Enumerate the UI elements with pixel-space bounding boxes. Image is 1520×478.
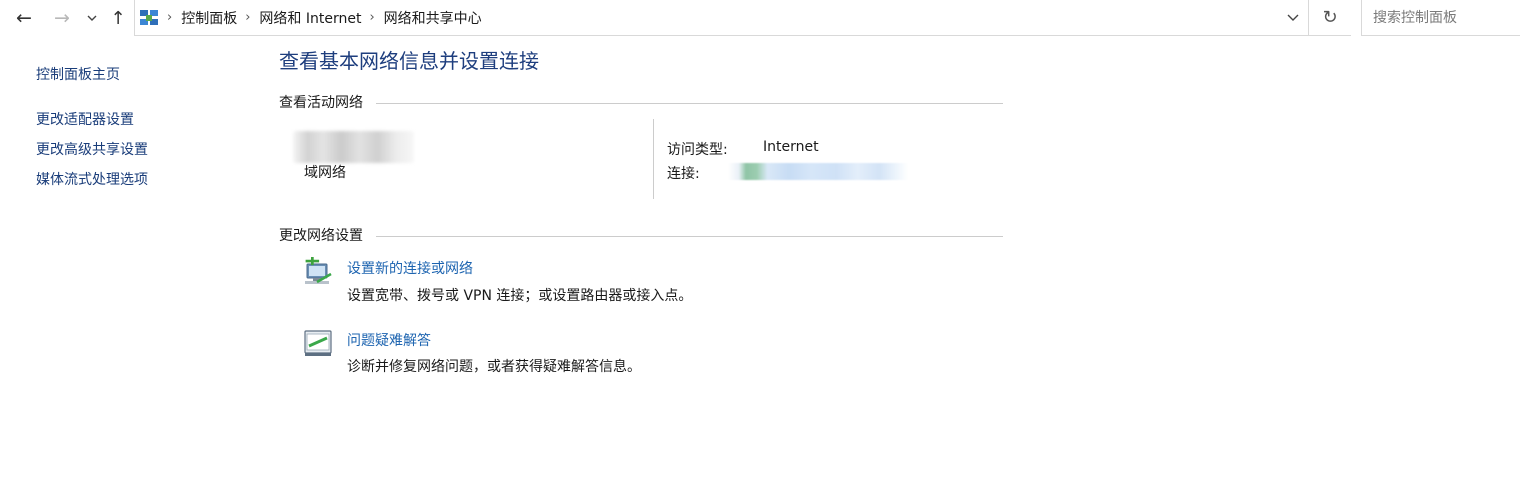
search-box[interactable]: [1361, 0, 1520, 36]
chevron-down-icon: [87, 15, 97, 21]
troubleshoot-problems-description: 诊断并修复网络问题，或者获得疑难解答信息。: [347, 359, 641, 375]
connection-link-redacted[interactable]: [728, 163, 908, 180]
setup-new-connection-link[interactable]: 设置新的连接或网络: [347, 258, 473, 278]
up-button[interactable]: ↑: [106, 4, 130, 32]
address-bar[interactable]: › 控制面板 › 网络和 Internet › 网络和共享中心: [134, 0, 1309, 36]
troubleshoot-icon: [304, 330, 332, 356]
recent-locations-button[interactable]: [82, 4, 102, 32]
vertical-divider: [653, 119, 654, 199]
arrow-left-icon: ←: [16, 7, 32, 29]
section-heading-active-networks: 查看活动网络: [279, 95, 363, 111]
arrow-up-icon: ↑: [110, 7, 126, 29]
breadcrumb-network-internet[interactable]: 网络和 Internet: [259, 8, 361, 28]
breadcrumb-control-panel[interactable]: 控制面板: [181, 8, 237, 28]
section-divider: [376, 103, 1003, 104]
refresh-icon: ↻: [1322, 7, 1338, 28]
sidebar-item-control-panel-home[interactable]: 控制面板主页: [36, 64, 120, 84]
breadcrumb-separator: ›: [369, 10, 375, 25]
access-type-label: 访问类型:: [667, 142, 728, 158]
section-divider: [376, 236, 1003, 237]
connection-label: 连接:: [667, 166, 700, 182]
forward-button[interactable]: →: [48, 4, 76, 32]
chevron-down-icon[interactable]: [1286, 10, 1300, 24]
network-center-icon: [140, 9, 158, 25]
breadcrumb-separator: ›: [167, 10, 173, 25]
search-input[interactable]: [1371, 8, 1520, 27]
network-setup-icon: [305, 257, 332, 284]
sidebar-item-change-advanced-sharing[interactable]: 更改高级共享设置: [36, 139, 148, 159]
breadcrumb-network-sharing-center[interactable]: 网络和共享中心: [384, 8, 482, 28]
sidebar-item-change-adapter-settings[interactable]: 更改适配器设置: [36, 109, 134, 129]
sidebar-item-media-streaming[interactable]: 媒体流式处理选项: [36, 169, 148, 189]
setup-new-connection-description: 设置宽带、拨号或 VPN 连接；或设置路由器或接入点。: [347, 288, 693, 304]
page-title: 查看基本网络信息并设置连接: [279, 49, 539, 73]
refresh-button[interactable]: ↻: [1309, 0, 1351, 36]
section-heading-change-settings: 更改网络设置: [279, 228, 363, 244]
breadcrumb-separator: ›: [245, 10, 251, 25]
troubleshoot-problems-link[interactable]: 问题疑难解答: [347, 330, 431, 350]
arrow-right-icon: →: [54, 7, 70, 29]
network-category: 域网络: [304, 165, 346, 181]
access-type-value: Internet: [763, 139, 819, 155]
address-toolbar: ← → ↑ › 控制面板 › 网络和 Internet › 网络和共享中心 ↻: [0, 0, 1520, 37]
network-name-redacted: [293, 131, 414, 163]
back-button[interactable]: ←: [10, 4, 38, 32]
